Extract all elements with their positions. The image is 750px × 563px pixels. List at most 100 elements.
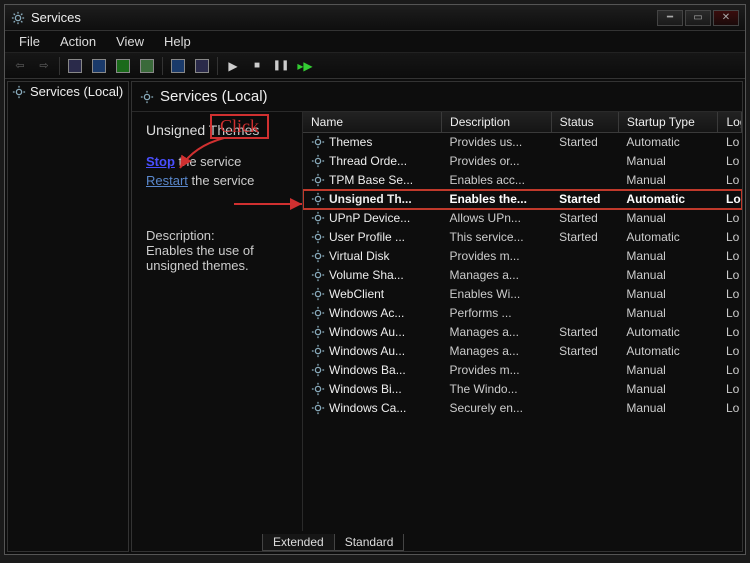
forward-button[interactable]: ⇨ bbox=[33, 56, 55, 76]
col-description[interactable]: Description bbox=[442, 112, 552, 133]
col-startup[interactable]: Startup Type bbox=[618, 112, 718, 133]
help-button[interactable] bbox=[167, 56, 189, 76]
tab-extended[interactable]: Extended bbox=[262, 534, 335, 551]
tree-services-local[interactable]: Services (Local) bbox=[8, 82, 128, 101]
close-button[interactable]: ✕ bbox=[713, 10, 739, 26]
service-desc: Performs ... bbox=[442, 304, 552, 323]
col-logon[interactable]: Log On As bbox=[718, 112, 742, 133]
table-row[interactable]: Windows Au...Manages a...StartedAutomati… bbox=[303, 323, 742, 342]
start-service-button[interactable]: ▶ bbox=[222, 56, 244, 76]
service-logon: Lo bbox=[718, 399, 742, 418]
col-status[interactable]: Status bbox=[551, 112, 618, 133]
service-startup: Automatic bbox=[618, 228, 718, 247]
service-name: UPnP Device... bbox=[329, 211, 410, 225]
toolbar-icon-1[interactable] bbox=[64, 56, 86, 76]
stop-link[interactable]: Stop bbox=[146, 154, 175, 169]
table-row[interactable]: Windows Bi... The Windo... ManualLo bbox=[303, 380, 742, 399]
service-logon: Lo bbox=[718, 285, 742, 304]
gear-icon bbox=[311, 192, 325, 206]
table-row[interactable]: Unsigned Th...Enables the...StartedAutom… bbox=[303, 190, 742, 209]
table-row[interactable]: User Profile ...This service...StartedAu… bbox=[303, 228, 742, 247]
gear-icon bbox=[311, 344, 325, 358]
service-startup: Manual bbox=[618, 380, 718, 399]
service-startup: Automatic bbox=[618, 190, 718, 209]
export-list-button[interactable] bbox=[136, 56, 158, 76]
table-row[interactable]: Windows Au...Manages a...StartedAutomati… bbox=[303, 342, 742, 361]
table-row[interactable]: Virtual Disk Provides m... ManualLo bbox=[303, 247, 742, 266]
table-row[interactable]: TPM Base Se...Enables acc...ManualLo bbox=[303, 171, 742, 190]
service-name: Virtual Disk bbox=[329, 249, 389, 263]
menu-action[interactable]: Action bbox=[50, 32, 106, 51]
stop-service-button[interactable]: ■ bbox=[246, 56, 268, 76]
service-logon: Lo bbox=[718, 247, 742, 266]
service-name: Windows Au... bbox=[329, 325, 405, 339]
services-table: Name Description Status Startup Type Log… bbox=[303, 112, 742, 418]
menu-help[interactable]: Help bbox=[154, 32, 201, 51]
service-logon: Lo bbox=[718, 323, 742, 342]
service-desc: Enables the... bbox=[442, 190, 552, 209]
gear-icon bbox=[311, 382, 325, 396]
gear-icon bbox=[311, 135, 325, 149]
back-button[interactable]: ⇦ bbox=[9, 56, 31, 76]
view-tabs: Extended Standard bbox=[132, 531, 742, 551]
toolbar-icon-2[interactable] bbox=[88, 56, 110, 76]
gear-icon bbox=[311, 154, 325, 168]
service-name: WebClient bbox=[329, 287, 384, 301]
service-startup: Manual bbox=[618, 399, 718, 418]
service-startup: Manual bbox=[618, 266, 718, 285]
toolbar-sep bbox=[59, 57, 60, 75]
tab-standard[interactable]: Standard bbox=[334, 534, 405, 551]
menu-file[interactable]: File bbox=[9, 32, 50, 51]
service-logon: Lo bbox=[718, 228, 742, 247]
table-row[interactable]: UPnP Device...Allows UPn...StartedManual… bbox=[303, 209, 742, 228]
table-row[interactable]: Windows Ac...Performs ...ManualLo bbox=[303, 304, 742, 323]
service-status bbox=[551, 304, 618, 323]
service-desc: Manages a... bbox=[442, 342, 552, 361]
properties-button[interactable] bbox=[191, 56, 213, 76]
service-logon: Lo bbox=[718, 380, 742, 399]
service-logon: Lo bbox=[718, 304, 742, 323]
service-desc: Allows UPn... bbox=[442, 209, 552, 228]
service-logon: Lo bbox=[718, 152, 742, 171]
detail-panel: Unsigned Themes Stop the service Restart… bbox=[132, 112, 302, 531]
minimize-button[interactable]: ━ bbox=[657, 10, 683, 26]
service-startup: Manual bbox=[618, 247, 718, 266]
service-desc: Provides or... bbox=[442, 152, 552, 171]
col-name[interactable]: Name bbox=[303, 112, 442, 133]
service-status bbox=[551, 399, 618, 418]
service-startup: Automatic bbox=[618, 133, 718, 152]
service-desc: Provides m... bbox=[442, 247, 552, 266]
service-name: Themes bbox=[329, 135, 372, 149]
restart-link[interactable]: Restart bbox=[146, 173, 188, 188]
maximize-button[interactable]: ▭ bbox=[685, 10, 711, 26]
refresh-button[interactable] bbox=[112, 56, 134, 76]
pause-service-button[interactable]: ❚❚ bbox=[270, 56, 292, 76]
service-name: TPM Base Se... bbox=[329, 173, 413, 187]
gear-icon bbox=[311, 325, 325, 339]
table-row[interactable]: Windows Ca...Securely en...ManualLo bbox=[303, 399, 742, 418]
description-text: Enables the use of unsigned themes. bbox=[146, 243, 290, 273]
service-desc: The Windo... bbox=[442, 380, 552, 399]
window-title: Services bbox=[31, 10, 81, 25]
restart-service-button[interactable]: ▸▶ bbox=[294, 56, 316, 76]
table-row[interactable]: Volume Sha...Manages a...ManualLo bbox=[303, 266, 742, 285]
table-row[interactable]: Windows Ba...Provides m...ManualLo bbox=[303, 361, 742, 380]
gear-icon bbox=[311, 363, 325, 377]
service-startup: Manual bbox=[618, 152, 718, 171]
service-desc: This service... bbox=[442, 228, 552, 247]
stop-suffix: the service bbox=[175, 154, 241, 169]
table-row[interactable]: Thread Orde... Provides or... ManualLo bbox=[303, 152, 742, 171]
service-status: Started bbox=[551, 342, 618, 361]
restart-suffix: the service bbox=[188, 173, 254, 188]
menu-view[interactable]: View bbox=[106, 32, 154, 51]
service-name: Windows Bi... bbox=[329, 382, 402, 396]
table-row[interactable]: WebClientEnables Wi...ManualLo bbox=[303, 285, 742, 304]
console-tree: Services (Local) bbox=[7, 81, 129, 552]
service-logon: Lo bbox=[718, 342, 742, 361]
service-name: Volume Sha... bbox=[329, 268, 404, 282]
service-name: Thread Orde... bbox=[329, 154, 407, 168]
service-desc: Manages a... bbox=[442, 266, 552, 285]
service-status bbox=[551, 247, 618, 266]
service-logon: Lo bbox=[718, 133, 742, 152]
table-row[interactable]: ThemesProvides us...StartedAutomaticLo bbox=[303, 133, 742, 152]
